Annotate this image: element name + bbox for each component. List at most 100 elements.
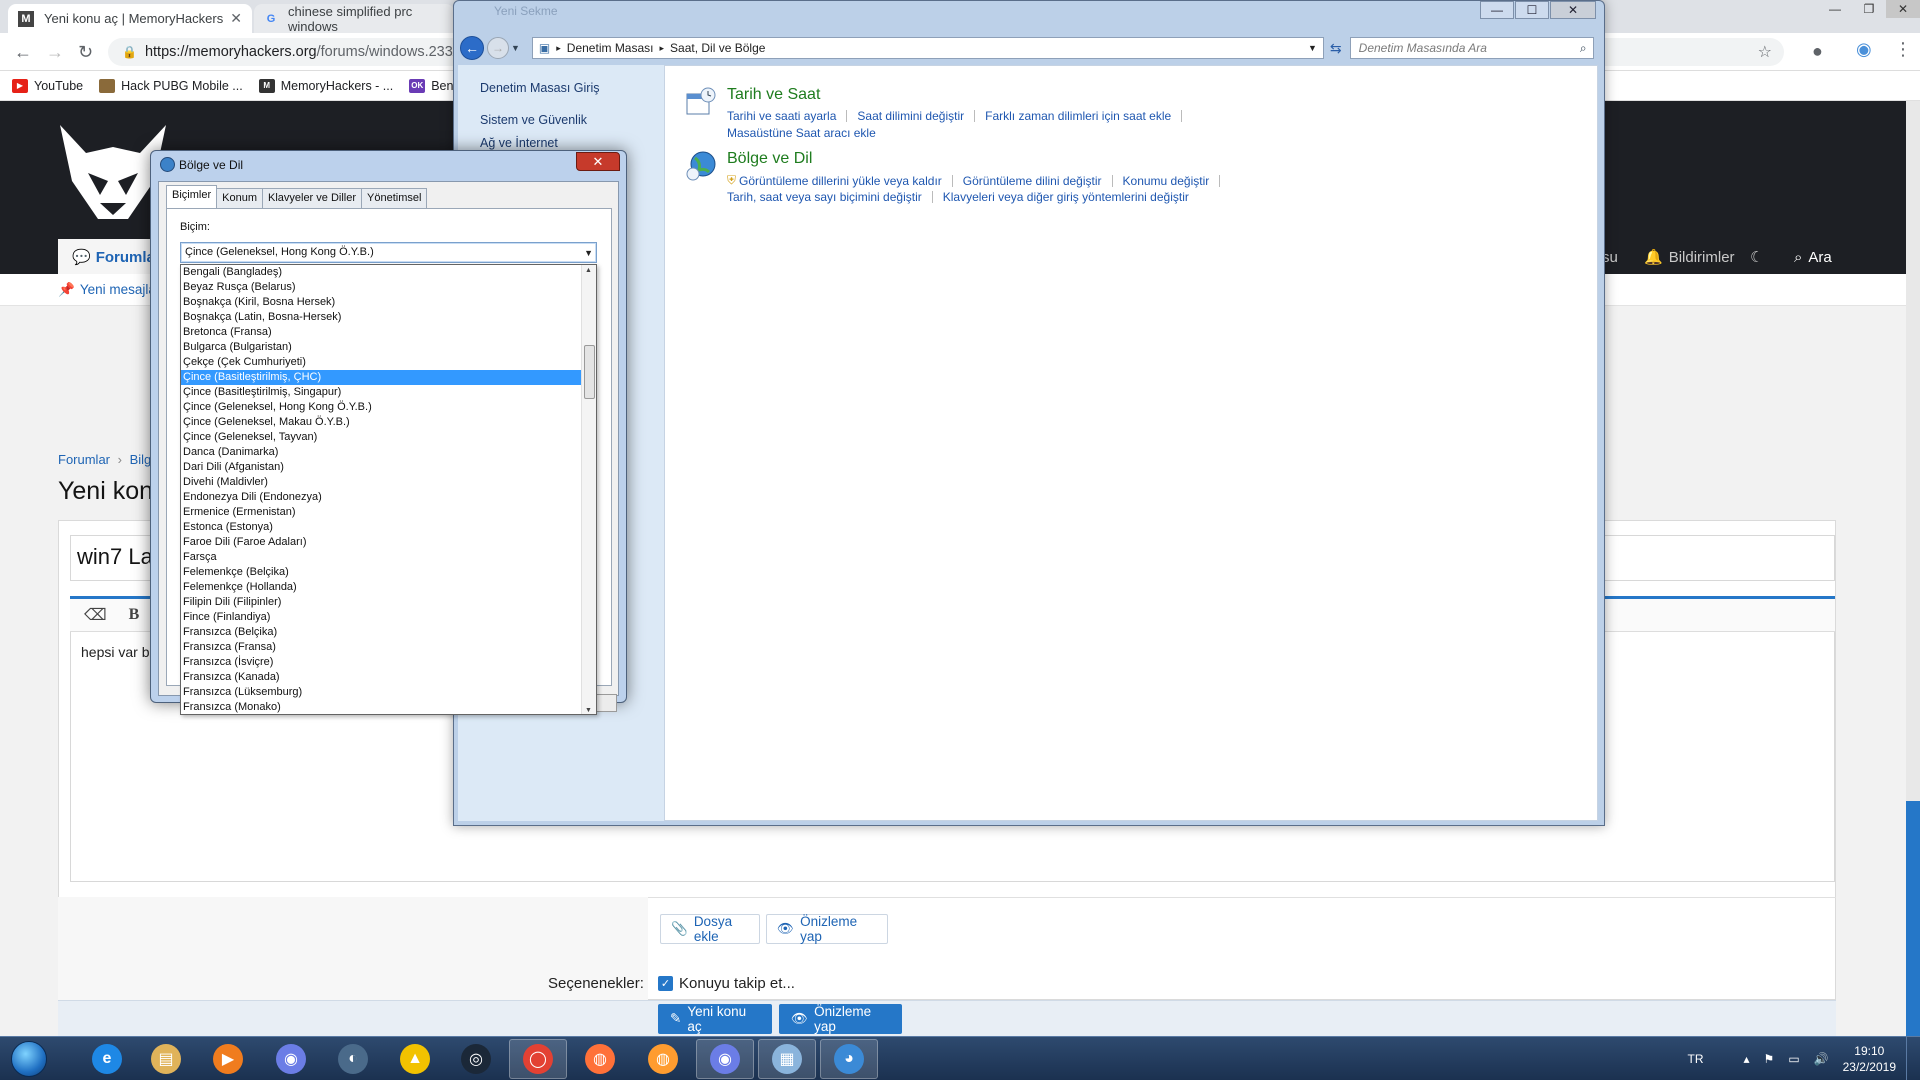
tab-formats[interactable]: Biçimler [166,185,218,208]
minimize-icon[interactable]: — [1818,0,1852,18]
dialog-close-icon[interactable]: ✕ [576,152,620,171]
format-option[interactable]: Çince (Basitleştirilmiş, ÇHC) [181,370,581,385]
link-change-display-language[interactable]: Görüntüleme dilini değiştir [963,174,1102,188]
breadcrumb-next[interactable]: Bilg [130,452,152,467]
cp-search-input[interactable]: Denetim Masasında Ara ⌕ [1349,37,1594,59]
format-option[interactable]: Fransızca (Lüksemburg) [181,685,581,700]
eraser-icon[interactable]: ⌫ [84,605,107,625]
format-option[interactable]: Endonezya Dili (Endonezya) [181,490,581,505]
format-option[interactable]: Bulgarca (Bulgaristan) [181,340,581,355]
bookmark-star-icon[interactable]: ☆ [1758,42,1772,62]
format-option[interactable]: Çince (Geleneksel, Hong Kong Ö.Y.B.) [181,400,581,415]
format-option[interactable]: Farsça [181,550,581,565]
follow-thread-checkbox[interactable]: ✓ Konuyu takip et... [658,975,795,992]
cp-titlebar[interactable]: Yeni Sekme — ☐ ✕ [454,1,1604,21]
scroll-thumb[interactable] [584,345,595,399]
format-option[interactable]: Fince (Finlandiya) [181,610,581,625]
format-option[interactable]: Boşnakça (Kiril, Bosna Hersek) [181,295,581,310]
format-option[interactable]: Fransızca (Kanada) [181,670,581,685]
forward-arrow-icon[interactable]: → [46,42,64,63]
link-change-timezone[interactable]: Saat dilimini değiştir [857,109,964,123]
submit-preview-button[interactable]: 👁 Önizleme yap [779,1004,902,1034]
taskbar-app-explorer[interactable]: ▤ [137,1039,195,1079]
format-option[interactable]: Divehi (Maldivler) [181,475,581,490]
dark-mode-toggle[interactable]: ☾ [1750,239,1763,275]
language-indicator[interactable]: TR [1688,1052,1704,1066]
nav-notifications[interactable]: 🔔 Bildirimler [1644,239,1735,275]
bookmark-ben[interactable]: OK Ben [409,78,453,93]
taskbar-app-steam[interactable]: ◎ [447,1039,505,1079]
format-option[interactable]: Ermenice (Ermenistan) [181,505,581,520]
dialog-button-partial[interactable] [595,694,617,712]
format-option[interactable]: Fransızca (Belçika) [181,625,581,640]
bookmark-memoryhackers[interactable]: M MemoryHackers - ... [258,78,393,93]
browser-tab-memoryhackers[interactable]: M Yeni konu aç | MemoryHackers ✕ [8,4,252,33]
link-change-formats[interactable]: Tarih, saat veya sayı biçimini değiştir [727,190,922,204]
taskbar-app-region[interactable]: ◕ [820,1039,878,1079]
back-arrow-icon[interactable]: ← [14,42,32,63]
nav-search[interactable]: ⌕ Ara [1794,239,1832,275]
region-title[interactable]: Bölge ve Dil [727,150,812,168]
link-change-location[interactable]: Konumu değiştir [1123,174,1210,188]
format-option[interactable]: Çince (Geleneksel, Tayvan) [181,430,581,445]
taskbar-app-firefox-dev[interactable]: ◍ [634,1039,692,1079]
breadcrumb-forums[interactable]: Forumlar [58,452,110,467]
link-change-keyboards[interactable]: Klavyeleri veya diğer giriş yöntemlerini… [943,190,1189,204]
create-thread-button[interactable]: ✎ Yeni konu aç [658,1004,772,1034]
format-option[interactable]: Fransızca (Fransa) [181,640,581,655]
chevron-down-icon[interactable]: ▼ [1308,43,1317,53]
browser-tab-google[interactable]: G chinese simplified prc windows [254,4,454,34]
cp-home-link[interactable]: Denetim Masası Giriş [480,81,599,95]
reload-icon[interactable]: ↻ [78,42,93,63]
tray-expand-icon[interactable]: ▴ [1744,1052,1750,1066]
taskbar-app-discord[interactable]: ◉ [262,1039,320,1079]
scroll-down-icon[interactable]: ▼ [585,707,592,714]
new-posts-link[interactable]: Yeni mesajlar [80,282,161,297]
format-option[interactable]: Çince (Geleneksel, Makau Ö.Y.B.) [181,415,581,430]
format-option[interactable]: Dari Dili (Afganistan) [181,460,581,475]
format-option[interactable]: Faroe Dili (Faroe Adaları) [181,535,581,550]
format-option[interactable]: Danca (Danimarka) [181,445,581,460]
datetime-title[interactable]: Tarih ve Saat [727,86,820,104]
scroll-up-icon[interactable]: ▲ [585,267,592,274]
breadcrumb-control-panel[interactable]: Denetim Masası [567,41,654,55]
preview-button[interactable]: 👁 Önizleme yap [766,914,888,944]
taskbar-app-chrome[interactable]: ◯ [509,1039,567,1079]
tab-location[interactable]: Konum [216,188,263,208]
format-select[interactable]: Çince (Geleneksel, Hong Kong Ö.Y.B.) ▼ [180,242,597,263]
extension-icon[interactable]: ● [1812,41,1823,62]
history-dropdown-icon[interactable]: ▼ [511,43,520,53]
format-option[interactable]: Felemenkçe (Hollanda) [181,580,581,595]
link-install-languages[interactable]: Görüntüleme dillerini yükle veya kaldır [739,174,942,188]
format-option[interactable]: Felemenkçe (Belçika) [181,565,581,580]
action-center-icon[interactable]: ⚑ [1764,1052,1775,1066]
taskbar-app-arma[interactable]: ▲ [386,1039,444,1079]
bookmark-youtube[interactable]: ▶ YouTube [12,78,83,93]
format-option[interactable]: Çince (Basitleştirilmiş, Singapur) [181,385,581,400]
link-set-date-time[interactable]: Tarihi ve saati ayarla [727,109,836,123]
tab-keyboards[interactable]: Klavyeler ve Diller [261,188,363,208]
minimize-icon[interactable]: — [1480,1,1514,19]
breadcrumb-clock-language[interactable]: Saat, Dil ve Bölge [670,41,765,55]
chrome-menu-icon[interactable]: ⋮ [1894,39,1912,60]
profile-avatar-icon[interactable]: ◉ [1856,39,1872,60]
format-option[interactable]: Fransızca (İsviçre) [181,655,581,670]
show-desktop-button[interactable] [1906,1037,1920,1080]
page-scrollbar[interactable] [1906,101,1920,1036]
refresh-icon[interactable]: ⇆ [1330,40,1342,57]
maximize-icon[interactable]: ❐ [1852,0,1886,18]
cp-breadcrumb[interactable]: ▣ ▸ Denetim Masası ▸ Saat, Dil ve Bölge … [531,37,1324,59]
close-tab-icon[interactable]: ✕ [230,10,242,27]
clock[interactable]: 19:10 23/2/2019 [1843,1043,1896,1075]
format-option[interactable]: Estonca (Estonya) [181,520,581,535]
taskbar-app-discord-notify[interactable]: ◉ [696,1039,754,1079]
link-add-clocks[interactable]: Farklı zaman dilimleri için saat ekle [985,109,1171,123]
bold-icon[interactable]: B [129,606,140,624]
format-option[interactable]: Çekçe (Çek Cumhuriyeti) [181,355,581,370]
format-option[interactable]: Bengali (Bangladeş) [181,265,581,280]
volume-icon[interactable]: 🔊 [1814,1052,1829,1066]
format-option[interactable]: Beyaz Rusça (Belarus) [181,280,581,295]
taskbar-app-media-player[interactable]: ▶ [199,1039,257,1079]
cp-network-link[interactable]: Ağ ve İnternet [480,136,558,150]
back-arrow-icon[interactable]: ← [460,36,484,60]
